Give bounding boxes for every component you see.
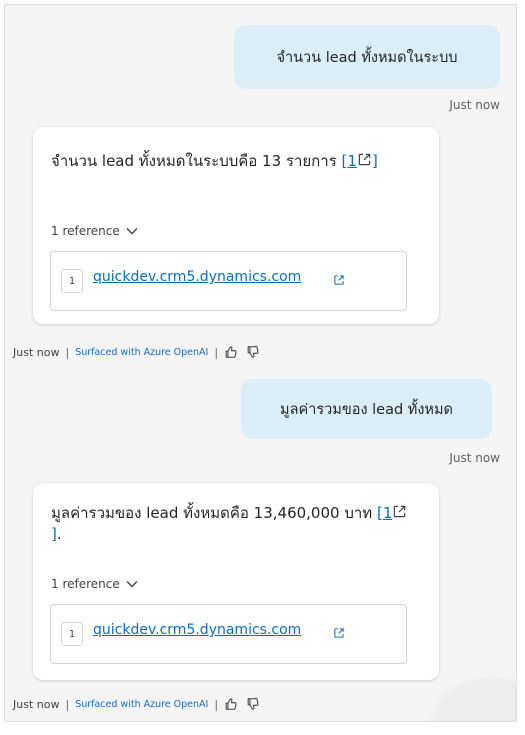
separator: | [214, 697, 219, 711]
reference-item: 1 quickdev.crm5.dynamics.com [50, 251, 407, 311]
references-label: 1 reference [51, 577, 120, 591]
bot-answer-text: มูลค่ารวมของ lead ทั้งหมดคือ 13,460,000 … [51, 504, 373, 522]
thumbs-down-icon[interactable] [246, 345, 260, 359]
chevron-down-icon [126, 581, 138, 588]
separator: | [65, 345, 70, 359]
reference-item: 1 quickdev.crm5.dynamics.com [50, 604, 407, 664]
reference-link[interactable]: quickdev.crm5.dynamics.com [93, 622, 301, 638]
references-toggle[interactable]: 1 reference [51, 224, 138, 238]
bot-message-meta: Just now | Surfaced with Azure OpenAI | [13, 345, 260, 359]
user-message-bubble: จำนวน lead ทั้งหมดในระบบ [234, 25, 500, 89]
bot-answer: จำนวน lead ทั้งหมดในระบบคือ 13 รายการ [1… [51, 151, 411, 172]
bot-message-card: มูลค่ารวมของ lead ทั้งหมดคือ 13,460,000 … [33, 483, 439, 680]
thumbs-down-icon[interactable] [246, 697, 260, 711]
scroll-corner-decoration [436, 681, 516, 721]
external-link-icon[interactable] [333, 274, 345, 286]
surfaced-with-label: Surfaced with Azure OpenAI [75, 698, 209, 710]
separator: | [214, 345, 219, 359]
external-link-icon[interactable] [333, 627, 345, 639]
thumbs-up-icon[interactable] [224, 345, 238, 359]
reference-index: 1 [61, 622, 83, 646]
user-message-bubble: มูลค่ารวมของ lead ทั้งหมด [241, 379, 492, 439]
user-message-timestamp: Just now [449, 98, 500, 112]
thumbs-up-icon[interactable] [224, 697, 238, 711]
user-message-text: มูลค่ารวมของ lead ทั้งหมด [280, 401, 453, 418]
external-link-icon [394, 505, 406, 518]
reference-index: 1 [61, 269, 83, 293]
chat-pane: จำนวน lead ทั้งหมดในระบบ Just now จำนวน … [4, 4, 517, 722]
bot-message-timestamp: Just now [13, 345, 60, 359]
bot-message-timestamp: Just now [13, 697, 60, 711]
bot-answer: มูลค่ารวมของ lead ทั้งหมดคือ 13,460,000 … [51, 503, 411, 545]
citation-link[interactable]: [1] [342, 152, 378, 170]
references-toggle[interactable]: 1 reference [51, 577, 138, 591]
bot-message-meta: Just now | Surfaced with Azure OpenAI | [13, 697, 260, 711]
chevron-down-icon [126, 228, 138, 235]
reference-link[interactable]: quickdev.crm5.dynamics.com [93, 269, 301, 285]
references-label: 1 reference [51, 224, 120, 238]
bot-message-card: จำนวน lead ทั้งหมดในระบบคือ 13 รายการ [1… [33, 127, 439, 324]
bot-answer-text: จำนวน lead ทั้งหมดในระบบคือ 13 รายการ [51, 152, 337, 170]
user-message-text: จำนวน lead ทั้งหมดในระบบ [276, 49, 458, 66]
separator: | [65, 697, 70, 711]
surfaced-with-label: Surfaced with Azure OpenAI [75, 346, 209, 358]
user-message-timestamp: Just now [449, 451, 500, 465]
external-link-icon [358, 153, 371, 166]
